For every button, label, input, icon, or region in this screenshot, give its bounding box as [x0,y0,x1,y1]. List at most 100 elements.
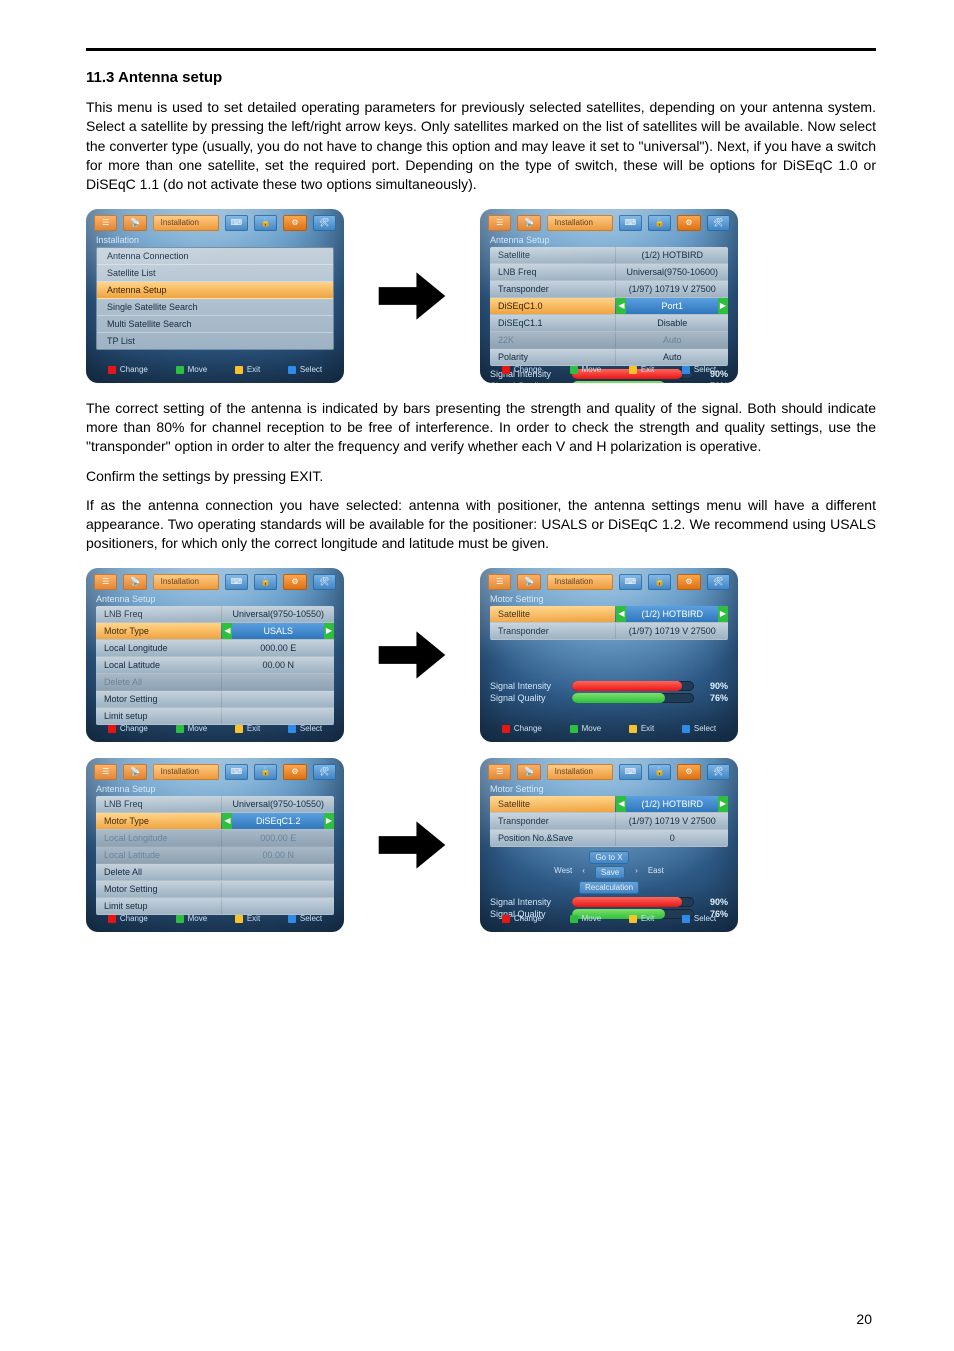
list-item[interactable]: Satellite List [97,265,333,282]
antenna-icon: 📡 [517,764,540,780]
antenna-icon: 📡 [123,215,146,231]
remote-icon: ⌨ [619,574,642,590]
table-row-selected[interactable]: Motor Type◀DiSEqC1.2▶ [96,813,334,830]
osd-hint-bar: Change Move Exit Select [480,361,738,379]
table-row[interactable]: Position No.&Save0 [490,830,728,847]
tools-icon: 🛠 [313,574,336,590]
antenna-icon: 📡 [123,764,146,780]
antenna-icon: 📡 [123,574,146,590]
page-number: 20 [856,1311,872,1327]
table-row[interactable]: DiSEqC1.1Disable [490,315,728,332]
table-row[interactable]: LNB FreqUniversal(9750-10550) [96,796,334,813]
signal-meters: Signal Intensity90% Signal Quality76% [490,680,728,704]
osd-toolbar: ☰ 📡 Installation ⌨ 🔒 ⚙ 🛠 [480,209,738,235]
table-row[interactable]: Transponder(1/97) 10719 V 27500 [490,813,728,830]
table-row-selected[interactable]: Motor Type◀USALS▶ [96,623,334,640]
chevron-right-icon[interactable]: ▶ [324,813,334,829]
section-heading: 11.3 Antenna setup [86,69,876,86]
chevron-right-icon[interactable]: ▶ [718,298,728,314]
paragraph-1: This menu is used to set detailed operat… [86,98,876,195]
list-item[interactable]: Multi Satellite Search [97,316,333,333]
toolbar-icon: ☰ [488,574,511,590]
table-row[interactable]: Transponder(1/97) 10719 V 27500 [490,281,728,298]
table-row[interactable]: Motor Setting [96,881,334,898]
remote-icon: ⌨ [619,764,642,780]
table-row[interactable]: LNB FreqUniversal(9750-10600) [490,264,728,281]
list-item[interactable]: Antenna Connection [97,248,333,265]
chevron-left-icon[interactable]: ◀ [222,813,232,829]
list-item[interactable]: Single Satellite Search [97,299,333,316]
list-item-selected[interactable]: Antenna Setup [97,282,333,299]
chevron-left-icon[interactable]: ◀ [222,623,232,639]
table-row[interactable]: Transponder(1/97) 10719 V 27500 [490,623,728,640]
toolbar-title: Installation [153,764,219,780]
west-label: West [554,866,572,879]
table-row[interactable]: Satellite(1/2) HOTBIRD [490,247,728,264]
toolbar-icon: ☰ [94,574,117,590]
goto-button[interactable]: Go to X [589,851,628,864]
screenshot-motor-setting-diseqc12: ☰ 📡 Installation ⌨ 🔒 ⚙ 🛠 Motor Setting S… [480,758,738,932]
table-row[interactable]: Motor Setting [96,691,334,708]
table-row-disabled: Local Latitude00.00 N [96,847,334,864]
chevron-right-icon[interactable]: ▶ [718,606,728,622]
settings-table: Satellite(1/2) HOTBIRD LNB FreqUniversal… [490,247,728,366]
installation-list: Antenna Connection Satellite List Antenn… [96,247,334,350]
screenshot-installation-menu: ☰ 📡 Installation ⌨ 🔒 ⚙ 🛠 Installation An… [86,209,344,383]
remote-icon: ⌨ [225,764,248,780]
toolbar-title: Installation [153,574,219,590]
arrow-icon [370,265,454,327]
settings-icon: ⚙ [677,764,700,780]
panel-heading: Antenna Setup [86,594,344,606]
toolbar-icon: ☰ [488,764,511,780]
paragraph-3: Confirm the settings by pressing EXIT. [86,467,876,486]
chevron-left-icon[interactable]: ◀ [616,606,626,622]
table-row-selected[interactable]: Satellite◀(1/2) HOTBIRD▶ [490,796,728,813]
settings-icon: ⚙ [283,764,306,780]
chevron-left-icon[interactable]: ◀ [616,298,626,314]
chevron-right-icon[interactable]: ▶ [718,796,728,812]
osd-toolbar: ☰ 📡 Installation ⌨ 🔒 ⚙ 🛠 [480,758,738,784]
chevron-left-icon[interactable]: ◀ [616,796,626,812]
tools-icon: 🛠 [707,574,730,590]
settings-table: LNB FreqUniversal(9750-10550) Motor Type… [96,606,334,725]
table-row-disabled: 22KAuto [490,332,728,349]
osd-hint-bar: Change Move Exit Select [86,361,344,379]
east-label: East [648,866,664,879]
toolbar-icon: ☰ [488,215,511,231]
remote-icon: ⌨ [619,215,642,231]
chevron-right-icon[interactable]: ▶ [324,623,334,639]
list-item[interactable]: TP List [97,333,333,349]
panel-heading: Installation [86,235,344,247]
osd-toolbar: ☰ 📡 Installation ⌨ 🔒 ⚙ 🛠 [86,209,344,235]
figure-row-3: ☰ 📡 Installation ⌨ 🔒 ⚙ 🛠 Antenna Setup L… [86,758,876,932]
toolbar-title: Installation [547,574,613,590]
section-number: 11.3 [86,69,114,86]
table-row[interactable]: LNB FreqUniversal(9750-10550) [96,606,334,623]
table-row-disabled: Delete All [96,674,334,691]
screenshot-motor-setting-usals: ☰ 📡 Installation ⌨ 🔒 ⚙ 🛠 Motor Setting S… [480,568,738,742]
toolbar-title: Installation [547,215,613,231]
table-row-selected[interactable]: Satellite◀(1/2) HOTBIRD▶ [490,606,728,623]
settings-icon: ⚙ [283,574,306,590]
settings-table: Satellite◀(1/2) HOTBIRD▶ Transponder(1/9… [490,606,728,640]
toolbar-title: Installation [547,764,613,780]
figure-row-1: ☰ 📡 Installation ⌨ 🔒 ⚙ 🛠 Installation An… [86,209,876,383]
save-button[interactable]: Save [595,866,625,879]
lock-icon: 🔒 [254,574,277,590]
motor-controls: West ‹ Save › East [490,866,728,879]
table-row[interactable]: Local Longitude000.00 E [96,640,334,657]
lock-icon: 🔒 [648,574,671,590]
section-title: Antenna setup [118,69,222,86]
remote-icon: ⌨ [225,574,248,590]
motor-controls: Go to X [490,851,728,864]
antenna-icon: 📡 [517,574,540,590]
table-row[interactable]: Local Latitude00.00 N [96,657,334,674]
recalculation-button[interactable]: Recalculation [579,881,639,894]
arrow-icon [370,814,454,876]
osd-hint-bar: Change Move Exit Select [86,720,344,738]
table-row[interactable]: Delete All [96,864,334,881]
settings-icon: ⚙ [677,574,700,590]
settings-icon: ⚙ [283,215,306,231]
tools-icon: 🛠 [313,215,336,231]
table-row-selected[interactable]: DiSEqC1.0◀Port1▶ [490,298,728,315]
